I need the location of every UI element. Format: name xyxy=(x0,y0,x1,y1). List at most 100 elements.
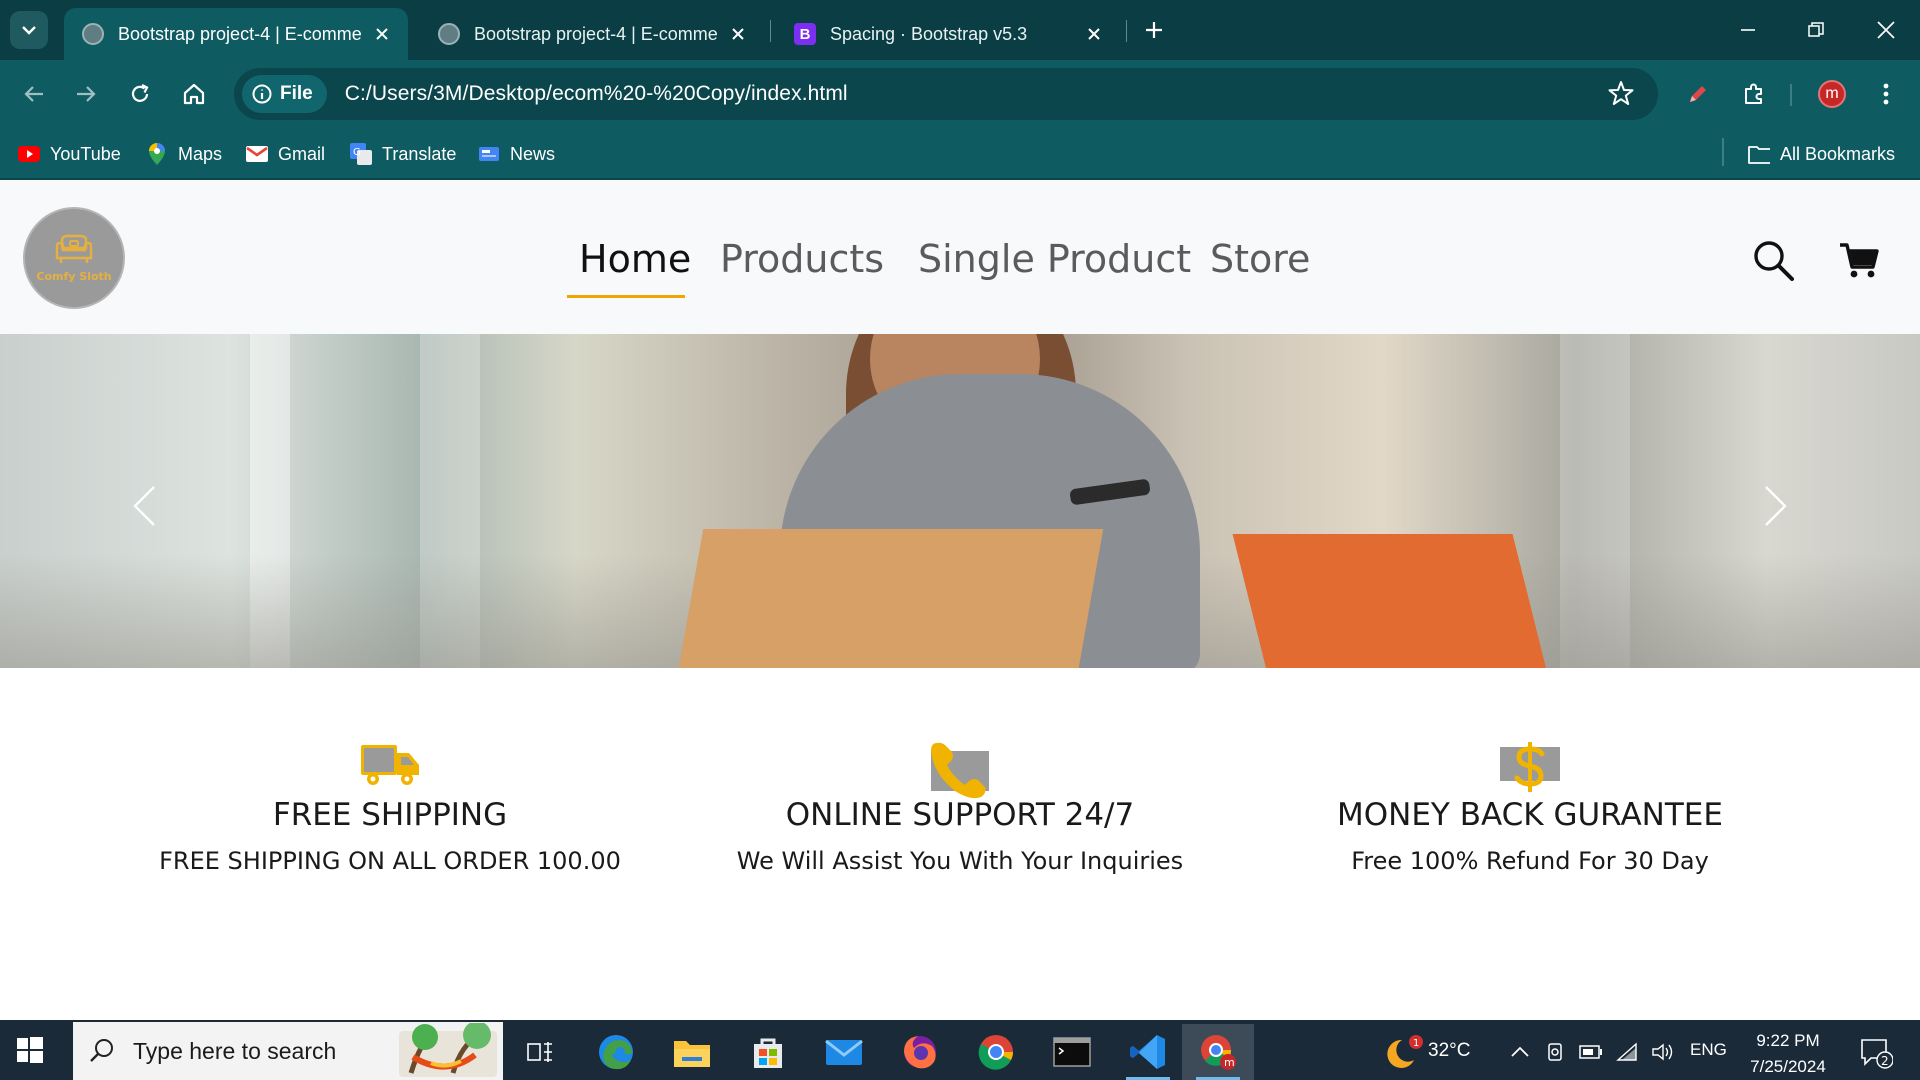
tab-ecommerce-1[interactable]: Bootstrap project-4 | E-commerce xyxy=(64,8,408,60)
chevron-left-icon xyxy=(133,486,155,526)
notification-center-button[interactable]: 2 xyxy=(1848,1024,1904,1080)
tab-search-button[interactable] xyxy=(10,11,48,49)
volume-indicator[interactable] xyxy=(1646,1024,1680,1080)
site-search-button[interactable] xyxy=(1750,237,1796,283)
bookmark-gmail[interactable]: Gmail xyxy=(246,140,325,168)
tab-title: Bootstrap project-4 | E-commerce xyxy=(474,23,718,44)
clock-date: 7/25/2024 xyxy=(1750,1057,1826,1076)
bookmark-label: Gmail xyxy=(278,143,326,164)
url-text[interactable]: C:/Users/3M/Desktop/ecom%20-%20Copy/inde… xyxy=(345,82,848,106)
tab-close-button[interactable] xyxy=(370,22,394,46)
taskbar-clock[interactable]: 9:22 PM 7/25/2024 xyxy=(1738,1028,1838,1080)
weather-widget[interactable]: 1 xyxy=(1376,1024,1432,1080)
feature-text: Free 100% Refund For 30 Day xyxy=(1351,847,1709,875)
taskbar-file-explorer[interactable] xyxy=(656,1024,728,1080)
bookmark-label: News xyxy=(510,143,556,164)
nav-store-link[interactable]: Store xyxy=(1210,237,1310,287)
site-info-chip[interactable]: File xyxy=(242,75,327,113)
taskbar-firefox[interactable] xyxy=(884,1024,956,1080)
active-nav-underline xyxy=(567,295,685,298)
show-hidden-icons-button[interactable] xyxy=(1502,1024,1538,1080)
taskbar-edge[interactable] xyxy=(580,1024,652,1080)
meet-now-button[interactable] xyxy=(1538,1024,1572,1080)
edge-icon xyxy=(599,1035,633,1070)
feature-title: FREE SHIPPING xyxy=(272,797,508,833)
minimize-button[interactable] xyxy=(1720,6,1776,54)
youtube-icon xyxy=(18,143,40,165)
tab-bootstrap-spacing[interactable]: B Spacing · Bootstrap v5.3 xyxy=(776,8,1120,60)
bookmark-label: Translate xyxy=(382,143,457,164)
home-button[interactable] xyxy=(174,74,214,114)
cart-button[interactable] xyxy=(1836,237,1882,283)
taskbar-terminal[interactable] xyxy=(1036,1024,1108,1080)
tab-close-button[interactable] xyxy=(1082,22,1106,46)
weather-temperature: 32°C xyxy=(1428,1040,1471,1061)
nav-home-link[interactable]: Home xyxy=(579,237,691,287)
home-icon xyxy=(183,83,205,105)
taskbar-vscode[interactable] xyxy=(1112,1024,1184,1080)
news-icon xyxy=(478,143,500,165)
weather-alert-badge: 1 xyxy=(1413,1038,1419,1049)
carousel-prev-button[interactable] xyxy=(124,482,164,530)
tab-divider xyxy=(1126,20,1127,42)
site-logo[interactable]: Comfy Sloth xyxy=(23,207,125,309)
tab-title: Spacing · Bootstrap v5.3 xyxy=(830,23,1028,44)
battery-icon xyxy=(1579,1045,1602,1059)
task-view-icon xyxy=(527,1042,552,1062)
bookmarks-divider xyxy=(1722,138,1724,166)
wifi-icon xyxy=(1616,1042,1637,1061)
hero-photo-bag xyxy=(1232,534,1548,668)
taskbar-chrome[interactable] xyxy=(960,1024,1032,1080)
tab-close-button[interactable] xyxy=(726,22,750,46)
translate-icon: G xyxy=(350,143,372,165)
pen-icon xyxy=(1690,86,1706,102)
bookmark-translate[interactable]: G Translate xyxy=(350,140,456,168)
pen-extension-button[interactable] xyxy=(1678,74,1718,114)
dollar-icon xyxy=(1500,742,1560,792)
browser-menu-button[interactable] xyxy=(1866,74,1906,114)
taskbar-store[interactable] xyxy=(732,1024,804,1080)
firefox-icon xyxy=(904,1036,936,1069)
start-button[interactable] xyxy=(16,1036,44,1064)
back-button[interactable] xyxy=(14,74,54,114)
close-icon xyxy=(732,28,744,40)
bookmark-youtube[interactable]: YouTube xyxy=(18,140,121,168)
taskbar-mail[interactable] xyxy=(808,1024,880,1080)
network-indicator[interactable] xyxy=(1610,1024,1644,1080)
browser-tab-strip: Bootstrap project-4 | E-commerce Bootstr… xyxy=(0,0,1920,60)
nav-single-product-link[interactable]: Single Product xyxy=(918,237,1191,287)
input-language[interactable]: ENG xyxy=(1690,1040,1727,1060)
notification-icon: 2 xyxy=(1861,1039,1893,1069)
forward-button[interactable] xyxy=(66,74,106,114)
hero-carousel xyxy=(0,334,1920,668)
restore-icon xyxy=(1808,22,1824,37)
bookmark-news[interactable]: News xyxy=(478,140,555,168)
clock-time: 9:22 PM xyxy=(1756,1031,1820,1050)
profile-button[interactable]: m xyxy=(1812,74,1852,114)
bookmark-label: YouTube xyxy=(50,143,121,164)
new-tab-button[interactable] xyxy=(1136,12,1172,48)
taskbar-search-box[interactable]: Type here to search xyxy=(73,1022,503,1080)
store-icon xyxy=(754,1038,782,1068)
address-bar[interactable]: File C:/Users/3M/Desktop/ecom%20-%20Copy… xyxy=(234,68,1658,120)
taskbar-chrome-profile[interactable]: m xyxy=(1182,1024,1254,1080)
globe-icon xyxy=(438,23,460,45)
bookmark-maps[interactable]: Maps xyxy=(146,140,222,168)
all-bookmarks-button[interactable]: All Bookmarks xyxy=(1748,140,1895,168)
battery-indicator[interactable] xyxy=(1574,1024,1608,1080)
tab-ecommerce-2[interactable]: Bootstrap project-4 | E-commerce xyxy=(420,8,764,60)
folder-icon xyxy=(1748,143,1770,165)
extensions-button[interactable] xyxy=(1734,74,1774,114)
task-view-button[interactable] xyxy=(504,1024,576,1080)
close-window-button[interactable] xyxy=(1858,6,1914,54)
phone-icon xyxy=(931,742,989,799)
reload-button[interactable] xyxy=(120,74,160,114)
arrow-left-icon xyxy=(24,86,43,102)
tab-title: Bootstrap project-4 | E-commerce xyxy=(118,23,362,44)
bookmarks-bar: YouTube Maps Gmail G Translate News All … xyxy=(0,128,1920,180)
nav-products-link[interactable]: Products xyxy=(720,237,884,287)
restore-button[interactable] xyxy=(1788,6,1844,54)
carousel-next-button[interactable] xyxy=(1756,482,1796,530)
globe-icon xyxy=(82,23,104,45)
bookmark-star-button[interactable] xyxy=(1608,80,1636,108)
